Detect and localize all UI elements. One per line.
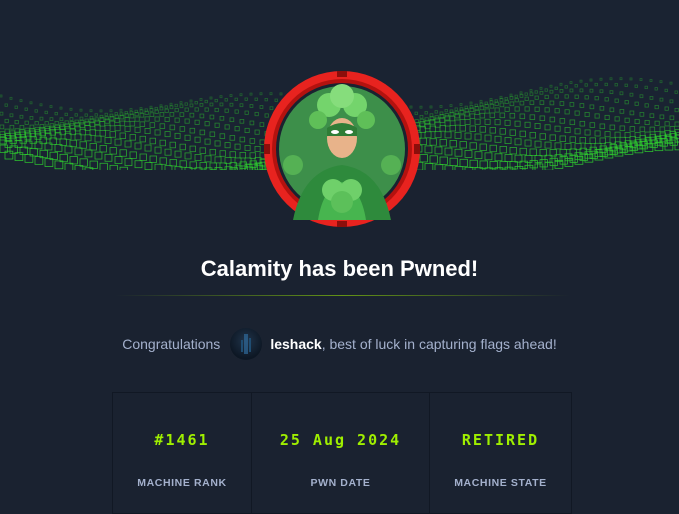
machine-rank-value: #1461 [154,431,210,449]
stat-pwn-date: 25 Aug 2024 PWN DATE [252,393,430,513]
machine-state-value: RETIRED [461,431,540,449]
clover-hero-icon [264,71,420,227]
congrats-message: Congratulations leshack , best of luck i… [0,328,679,360]
page-title: Calamity has been Pwned! [200,256,479,281]
user-avatar[interactable] [230,328,263,360]
user-avatar-icon [241,334,252,354]
pwn-date-label: PWN DATE [310,477,371,489]
machine-avatar [263,70,421,228]
title-divider [115,295,570,296]
pwn-date-value: 25 Aug 2024 [279,431,402,449]
machine-rank-label: MACHINE RANK [137,477,227,489]
stats-panel: #1461 MACHINE RANK 25 Aug 2024 PWN DATE … [112,392,572,514]
username-link[interactable]: leshack [270,336,321,352]
congrats-suffix: , best of luck in capturing flags ahead! [321,336,557,352]
stat-machine-rank: #1461 MACHINE RANK [113,393,252,513]
stat-machine-state: RETIRED MACHINE STATE [430,393,571,513]
congrats-prefix: Congratulations [122,336,221,352]
machine-state-label: MACHINE STATE [454,477,547,489]
